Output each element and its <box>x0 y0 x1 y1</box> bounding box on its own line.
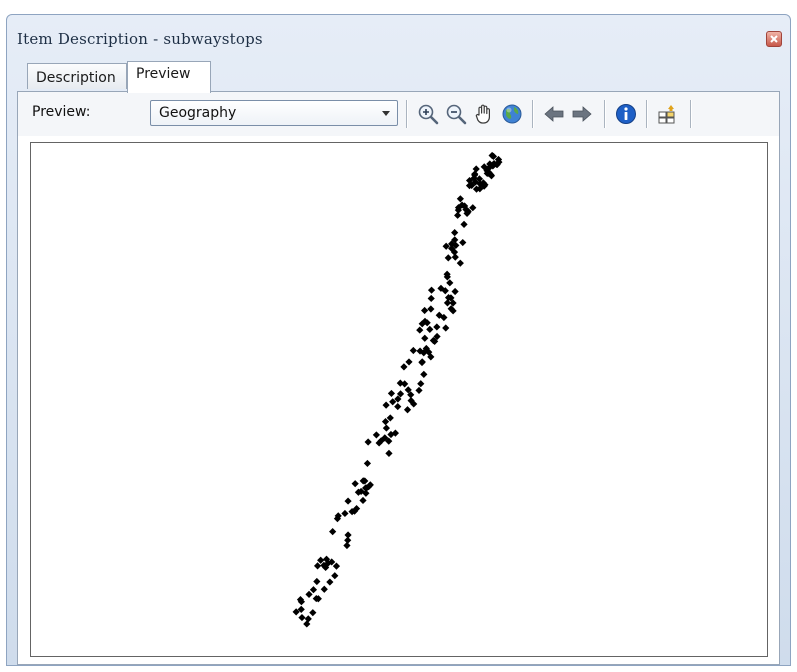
subway-stop-point <box>305 590 313 599</box>
preview-mode-select[interactable]: Geography <box>150 100 398 126</box>
subway-stop-point <box>426 325 434 333</box>
subway-stop-point <box>403 406 412 414</box>
identify-info-icon <box>616 104 636 124</box>
subway-stop-point <box>454 211 462 219</box>
back-button[interactable] <box>542 102 566 126</box>
subway-stop-point <box>304 615 312 623</box>
subway-stop-point <box>326 578 334 586</box>
subway-stop-point <box>421 306 429 315</box>
subway-stop-point <box>451 287 459 296</box>
create-thumbnail-button[interactable] <box>656 102 680 126</box>
toolbar-separator <box>646 100 647 128</box>
subway-stop-point <box>309 609 317 617</box>
subway-stop-point <box>442 324 450 332</box>
toolbar-separator <box>604 100 605 128</box>
window-title: Item Description - subwaystops <box>17 30 263 48</box>
subway-stop-point <box>394 402 402 411</box>
preview-mode-value: Geography <box>159 105 237 121</box>
identify-button[interactable] <box>614 102 638 126</box>
title-bar[interactable]: Item Description - subwaystops <box>7 15 790 55</box>
subway-stop-point <box>332 562 341 570</box>
toolbar-separator <box>532 100 533 128</box>
close-icon <box>770 35 778 43</box>
subway-stop-point <box>387 389 396 398</box>
subway-stop-point <box>344 497 352 505</box>
subway-stop-point <box>331 572 339 580</box>
subway-stop-point <box>416 326 424 334</box>
subway-stop-point <box>385 449 393 457</box>
subway-stop-point <box>359 496 367 505</box>
close-button[interactable] <box>766 31 782 47</box>
zoom-out-icon <box>446 104 467 125</box>
tab-preview-label: Preview <box>136 66 191 82</box>
subway-stop-point <box>329 527 337 536</box>
subway-stop-point <box>451 253 459 261</box>
subway-stop-point <box>427 294 435 303</box>
subway-stop-point <box>444 254 452 262</box>
full-extent-globe-icon <box>502 104 522 124</box>
subway-stop-point <box>320 585 328 593</box>
subway-stop-point <box>405 358 413 366</box>
zoom-in-icon <box>418 104 439 125</box>
pan-button[interactable] <box>472 102 496 126</box>
subway-stop-point <box>303 620 311 628</box>
subway-stop-point <box>363 459 372 468</box>
subway-stop-point <box>415 386 423 395</box>
forward-button[interactable] <box>570 102 594 126</box>
subway-stop-point <box>313 577 321 586</box>
subway-stop-point <box>382 401 390 409</box>
subway-stop-point <box>341 509 349 518</box>
subway-stop-point <box>433 323 441 331</box>
full-extent-button[interactable] <box>500 102 524 126</box>
tab-preview[interactable]: Preview <box>127 61 211 93</box>
forward-arrow-icon <box>572 106 592 122</box>
preview-label: Preview: <box>32 104 91 120</box>
preview-panel: Preview: Geography <box>17 91 780 665</box>
subway-stop-point <box>313 562 322 570</box>
subway-stop-point <box>451 229 459 237</box>
subway-stop-point <box>364 438 372 446</box>
subway-stop-point <box>400 363 408 371</box>
subway-stop-point <box>460 220 468 228</box>
subway-stops-points <box>292 151 503 628</box>
zoom-in-button[interactable] <box>416 102 440 126</box>
subway-stop-point <box>309 586 318 594</box>
toolbar-separator <box>406 100 407 128</box>
subway-stop-point <box>421 334 429 342</box>
toolbar-separator <box>690 100 691 128</box>
subway-stop-point <box>409 346 417 355</box>
subway-stop-point <box>417 380 425 388</box>
chevron-down-icon <box>382 111 390 116</box>
tab-description-label: Description <box>36 70 116 86</box>
map-preview[interactable] <box>30 142 768 657</box>
back-arrow-icon <box>544 106 564 122</box>
subway-stop-point <box>351 480 359 488</box>
subway-stop-point <box>427 286 436 294</box>
subway-stop-point <box>418 358 426 367</box>
tab-description[interactable]: Description <box>27 63 127 89</box>
subway-stop-point <box>344 536 352 544</box>
subway-stop-point <box>298 613 306 622</box>
subway-stop-point <box>456 195 464 203</box>
subway-stop-point <box>420 370 428 378</box>
subway-stop-point <box>459 238 467 247</box>
subway-stop-point <box>427 305 435 313</box>
pan-hand-icon <box>475 104 490 124</box>
subway-stop-point <box>372 431 380 439</box>
subway-stop-point <box>382 424 391 432</box>
subway-stop-point <box>456 259 464 267</box>
preview-toolbar: Preview: Geography <box>18 92 779 136</box>
create-thumbnail-icon <box>658 105 675 124</box>
item-description-window: Item Description - subwaystops Descripti… <box>6 14 791 666</box>
zoom-out-button[interactable] <box>444 102 468 126</box>
